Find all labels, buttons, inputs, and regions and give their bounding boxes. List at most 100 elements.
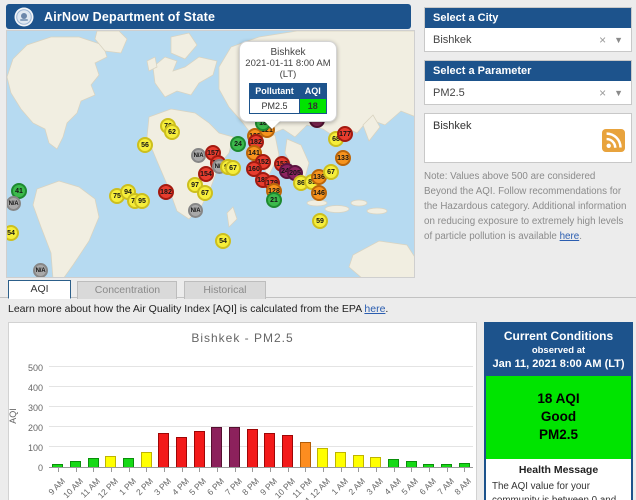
aqi-map-marker[interactable]: 154 <box>198 166 214 182</box>
chart-bar[interactable] <box>70 461 81 467</box>
chart-xtick-mark <box>287 468 289 472</box>
chart-bar[interactable] <box>405 460 417 467</box>
chart-xtick-mark <box>110 468 112 472</box>
tab-aqi[interactable]: AQI <box>8 280 71 299</box>
chart-bar[interactable] <box>370 456 382 467</box>
chart-bar[interactable] <box>335 451 346 467</box>
chart-bar[interactable] <box>441 463 452 467</box>
aqi-map-marker[interactable]: 62 <box>164 124 180 140</box>
island-indonesia <box>350 199 368 207</box>
chart-ytick-label: 300 <box>27 403 43 413</box>
chart-xtick-label: 8 PM <box>240 476 262 498</box>
aqi-map-marker[interactable]: 21 <box>266 192 282 208</box>
app-header: AirNow Department of State <box>6 4 411 29</box>
city-select[interactable]: Bishkek × ▼ <box>425 28 631 51</box>
aqi-map-marker[interactable]: 67 <box>225 160 241 176</box>
aqi-map-marker[interactable]: 67 <box>197 185 213 201</box>
note-link[interactable]: here <box>560 231 580 242</box>
chevron-down-icon[interactable]: ▼ <box>614 88 623 98</box>
chart-xtick-label: 5 PM <box>187 476 209 498</box>
aqi-map-marker[interactable]: N/A <box>191 148 206 163</box>
city-select-title: Select a City <box>425 8 631 28</box>
aqi-map-marker[interactable]: 182 <box>158 184 174 200</box>
chart-bar[interactable] <box>388 459 399 467</box>
parameter-select-value: PM2.5 <box>433 86 465 99</box>
aqi-map-marker[interactable]: N/A <box>188 203 203 218</box>
chart-gridline <box>49 386 473 387</box>
aqi-map-marker[interactable]: 146 <box>311 185 327 201</box>
chart-title: Bishkek - PM2.5 <box>191 331 294 345</box>
observed-datetime: Jan 11, 2021 8:00 AM (LT) <box>492 358 625 370</box>
chart-xtick-mark <box>216 468 218 472</box>
chart-xtick-mark <box>428 468 430 472</box>
tab-historical[interactable]: Historical <box>183 281 266 299</box>
chart-xtick-mark <box>269 468 271 472</box>
aqi-map-marker[interactable]: 177 <box>337 126 353 142</box>
aqi-map-marker[interactable]: N/A <box>7 196 21 211</box>
chart-bar[interactable] <box>158 433 170 467</box>
note-suffix: . <box>579 230 582 242</box>
popup-timezone: (LT) <box>279 69 297 80</box>
aqi-map-marker[interactable]: 59 <box>312 213 328 229</box>
chart-gridline <box>49 406 473 407</box>
continent-europe <box>152 56 218 98</box>
chart-bar[interactable] <box>246 428 258 467</box>
chart-bar[interactable] <box>264 432 276 467</box>
note-text: Note: Values above 500 are considered Be… <box>424 171 627 242</box>
chart-xtick-label: 2 AM <box>346 476 368 497</box>
aqi-map-marker[interactable]: 56 <box>137 137 153 153</box>
chart-xtick-label: 8 AM <box>452 476 474 497</box>
chart-bar[interactable] <box>105 455 117 467</box>
chart-xtick-mark <box>93 468 95 472</box>
aqi-category: Good <box>540 409 577 424</box>
popup-col-pollutant: Pollutant <box>249 83 300 99</box>
world-map[interactable]: 41N/A54N/A5676627594769518297N/A157158N/… <box>6 30 415 278</box>
chart-bar[interactable] <box>123 458 134 467</box>
learn-more-link[interactable]: here <box>364 303 385 315</box>
aqi-map-marker[interactable]: 24 <box>230 136 246 152</box>
chart-bar[interactable] <box>458 463 470 467</box>
chart-ytick-label: 100 <box>27 443 43 453</box>
aqi-map-marker[interactable]: N/A <box>33 263 48 277</box>
chart-bar[interactable] <box>282 435 293 467</box>
chart-bar[interactable] <box>211 426 223 467</box>
chart-bar[interactable] <box>87 457 99 467</box>
app-title: AirNow Department of State <box>44 9 216 24</box>
aqi-map-marker[interactable]: 67 <box>323 164 339 180</box>
chart-bar[interactable] <box>299 441 311 467</box>
chart-xtick-mark <box>464 468 466 472</box>
clear-icon[interactable]: × <box>599 33 606 47</box>
continent-australia <box>348 240 414 277</box>
chart-xtick-mark <box>252 468 254 472</box>
aqi-map-marker[interactable]: 95 <box>134 193 150 209</box>
chart-bar[interactable] <box>193 431 205 467</box>
chart-xtick-label: 7 AM <box>434 476 456 497</box>
chart-xtick-label: 3 PM <box>151 476 173 498</box>
tab-concentration[interactable]: Concentration <box>77 281 178 299</box>
airnow-app: AirNow Department of State 41 N/A 54 N/A… <box>0 0 636 500</box>
aqi-map-marker[interactable]: 54 <box>215 233 231 249</box>
chart-gridline <box>49 426 473 427</box>
chart-bar[interactable] <box>423 463 435 467</box>
aqi-summary: 18 AQI Good PM2.5 <box>486 376 631 459</box>
chart-bar[interactable] <box>229 426 240 467</box>
parameter-select-box: Select a Parameter PM2.5 × ▼ <box>424 60 632 105</box>
chart-bar[interactable] <box>140 452 152 467</box>
chart-bar[interactable] <box>317 448 329 467</box>
chart-xtick-mark <box>199 468 201 472</box>
aqi-map-marker[interactable]: 133 <box>335 150 351 166</box>
chart-xtick-label: 1 AM <box>328 476 350 497</box>
clear-icon[interactable]: × <box>599 86 606 100</box>
chart-bar[interactable] <box>176 436 187 467</box>
chevron-down-icon[interactable]: ▼ <box>614 35 623 45</box>
rss-city-label: Bishkek <box>433 120 472 132</box>
chart-bar[interactable] <box>352 455 364 467</box>
aqi-bar-chart: Bishkek - PM2.5 AQI 0 100 200 300 400 500 9 A… <box>8 322 477 500</box>
chart-xtick-mark <box>340 468 342 472</box>
parameter-select[interactable]: PM2.5 × ▼ <box>425 81 631 104</box>
health-message: Health Message The AQI value for your co… <box>486 459 631 500</box>
rss-icon[interactable] <box>602 129 625 157</box>
learn-more-body: Learn more about how the Air Quality Ind… <box>8 303 365 315</box>
chart-bar[interactable] <box>52 464 64 467</box>
chart-ytick-label: 500 <box>27 363 43 373</box>
